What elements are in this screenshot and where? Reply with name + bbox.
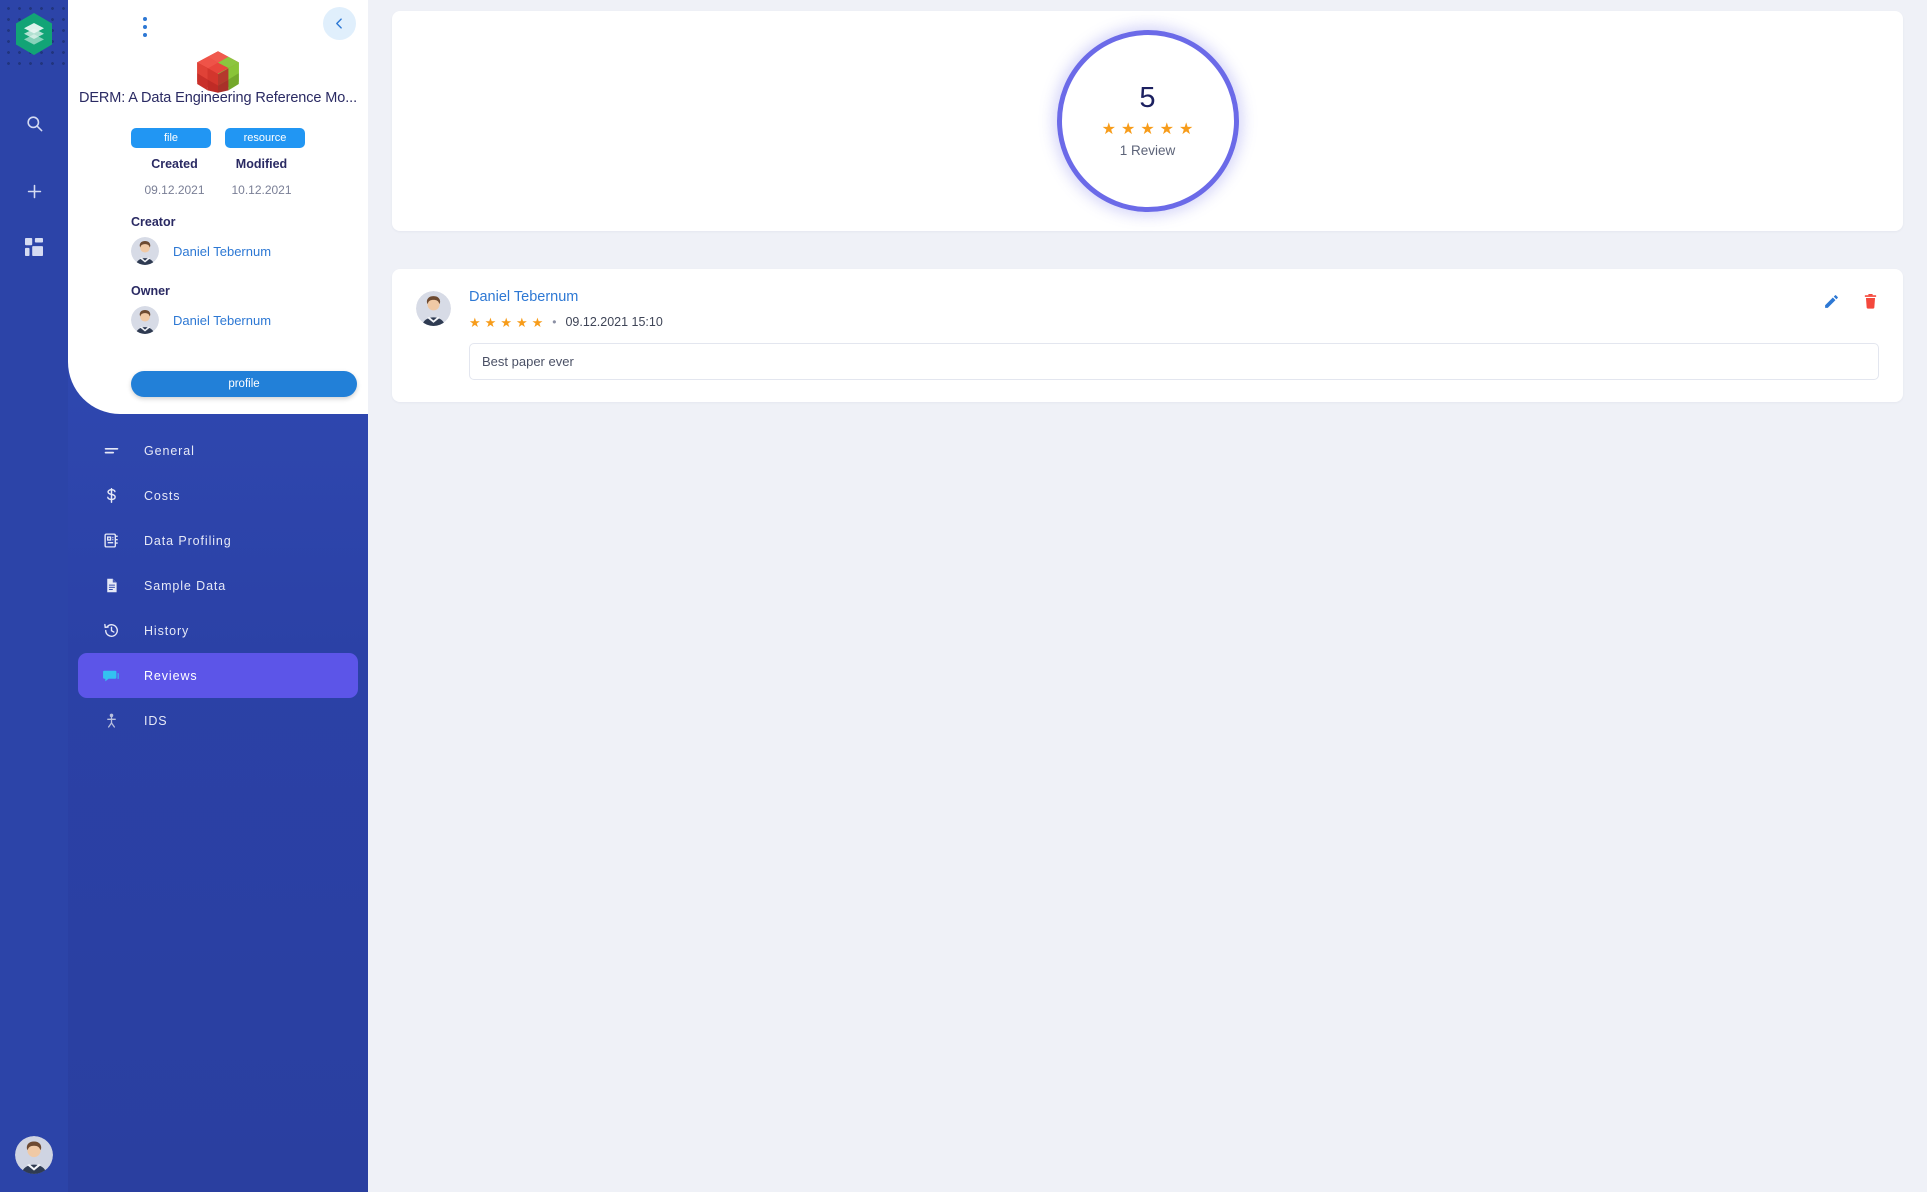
rating-summary-card: 5 ★ ★ ★ ★ ★ 1 Review	[392, 11, 1903, 231]
star-icon: ★	[1120, 121, 1136, 138]
sidebar-item-data-profiling[interactable]: Data Profiling	[78, 518, 358, 563]
ids-person-icon	[78, 712, 144, 729]
delete-review-button[interactable]	[1862, 293, 1879, 310]
review-count-label: 1 Review	[1119, 143, 1176, 158]
review-author-avatar	[416, 291, 451, 326]
more-options-kebab-icon[interactable]	[134, 12, 156, 42]
review-actions	[1823, 289, 1879, 310]
owner-row[interactable]: Daniel Tebernum	[131, 306, 361, 334]
creator-block: Creator Daniel Tebernum	[131, 215, 361, 265]
star-icon: ★	[500, 314, 512, 330]
tag-file[interactable]: file	[131, 128, 211, 148]
rating-circle: 5 ★ ★ ★ ★ ★ 1 Review	[1056, 30, 1239, 212]
review-header: Daniel Tebernum ★ ★ ★ ★ ★ • 09.12.2021 1…	[469, 289, 1879, 329]
back-button[interactable]	[323, 7, 356, 40]
history-clock-icon	[78, 622, 144, 639]
star-icon: ★	[1179, 121, 1194, 138]
sidebar-item-sample-data[interactable]: Sample Data	[78, 563, 358, 608]
layers-hexagon-logo[interactable]	[11, 11, 57, 57]
avatar[interactable]	[15, 1136, 53, 1174]
owner-block: Owner Daniel Tebernum	[131, 284, 361, 334]
review-body: Daniel Tebernum ★ ★ ★ ★ ★ • 09.12.2021 1…	[469, 289, 1879, 381]
review-text: Best paper ever	[469, 343, 1879, 381]
search-icon[interactable]	[0, 106, 68, 140]
asset-info-card: DERM: A Data Engineering Reference Mo...…	[68, 0, 368, 414]
creator-heading: Creator	[131, 215, 176, 229]
sidebar-item-reviews[interactable]: Reviews	[78, 653, 358, 698]
main-content: 5 ★ ★ ★ ★ ★ 1 Review Daniel Tebernum ★ ★…	[368, 0, 1927, 1192]
created-label: Created	[151, 157, 198, 171]
rating-stars: ★ ★ ★ ★ ★	[1102, 122, 1194, 138]
review-author-name[interactable]: Daniel Tebernum	[469, 289, 1823, 306]
sidebar-item-costs[interactable]: Costs	[78, 473, 358, 518]
list-item: Daniel Tebernum ★ ★ ★ ★ ★ • 09.12.2021 1…	[416, 289, 1879, 381]
review-subline: ★ ★ ★ ★ ★ • 09.12.2021 15:10	[469, 315, 1823, 329]
modified-value: 10.12.2021	[231, 183, 292, 197]
asset-tag-row: file resource	[68, 128, 368, 148]
meta-modified: Modified 10.12.2021	[218, 157, 305, 197]
star-icon: ★	[469, 314, 481, 330]
asset-nav: General Costs Data Profiling Sample Data…	[68, 428, 368, 743]
asset-detail-sidebar: DERM: A Data Engineering Reference Mo...…	[68, 0, 368, 1192]
tag-resource[interactable]: resource	[225, 128, 305, 148]
dashboard-grid-icon[interactable]	[0, 230, 68, 264]
created-value: 09.12.2021	[144, 183, 205, 197]
star-icon: ★	[515, 314, 528, 330]
sidebar-item-ids[interactable]: IDS	[78, 698, 358, 743]
profile-button[interactable]: profile	[131, 371, 357, 397]
owner-name[interactable]: Daniel Tebernum	[173, 313, 271, 328]
data-profiling-icon	[78, 532, 144, 549]
trash-icon	[1864, 293, 1877, 309]
review-timestamp: 09.12.2021 15:10	[565, 315, 663, 330]
sidebar-item-label: Costs	[144, 488, 181, 503]
star-icon: ★	[531, 314, 544, 330]
star-icon: ★	[1140, 121, 1155, 138]
global-icon-rail	[0, 0, 68, 1192]
pencil-icon	[1825, 295, 1838, 308]
separator-dot: •	[552, 315, 557, 330]
sidebar-item-label: Sample Data	[144, 578, 227, 593]
owner-heading: Owner	[131, 284, 170, 298]
creator-row[interactable]: Daniel Tebernum	[131, 237, 361, 265]
sidebar-item-general[interactable]: General	[78, 428, 358, 473]
star-icon: ★	[484, 314, 497, 330]
asset-meta-row: Created 09.12.2021 Modified 10.12.2021	[68, 157, 368, 197]
red-green-cube-thumbnail	[68, 48, 368, 96]
speech-bubble-icon	[78, 667, 144, 685]
sidebar-item-label: Reviews	[144, 668, 198, 683]
app-root: DERM: A Data Engineering Reference Mo...…	[0, 0, 1927, 1192]
sidebar-item-label: Data Profiling	[144, 533, 232, 548]
chevron-left-icon	[336, 18, 342, 29]
modified-label: Modified	[235, 157, 288, 171]
edit-review-button[interactable]	[1823, 293, 1840, 310]
review-stars: ★ ★ ★ ★ ★	[469, 316, 543, 329]
reviews-list-card: Daniel Tebernum ★ ★ ★ ★ ★ • 09.12.2021 1…	[392, 269, 1903, 403]
creator-name[interactable]: Daniel Tebernum	[173, 244, 271, 259]
asset-title: DERM: A Data Engineering Reference Mo...	[78, 90, 358, 106]
sidebar-item-history[interactable]: History	[78, 608, 358, 653]
list-lines-icon	[78, 442, 144, 459]
star-icon: ★	[1101, 121, 1116, 138]
review-header-main: Daniel Tebernum ★ ★ ★ ★ ★ • 09.12.2021 1…	[469, 289, 1823, 329]
owner-avatar	[131, 306, 159, 334]
plus-icon[interactable]	[0, 174, 68, 208]
star-icon: ★	[1159, 121, 1175, 138]
sidebar-item-label: History	[144, 623, 190, 638]
dollar-icon	[78, 487, 144, 504]
sidebar-item-label: IDS	[144, 713, 168, 728]
sidebar-item-label: General	[144, 443, 195, 458]
meta-created: Created 09.12.2021	[131, 157, 218, 197]
creator-avatar	[131, 237, 159, 265]
rating-score: 5	[1139, 82, 1156, 114]
document-icon	[78, 577, 144, 594]
